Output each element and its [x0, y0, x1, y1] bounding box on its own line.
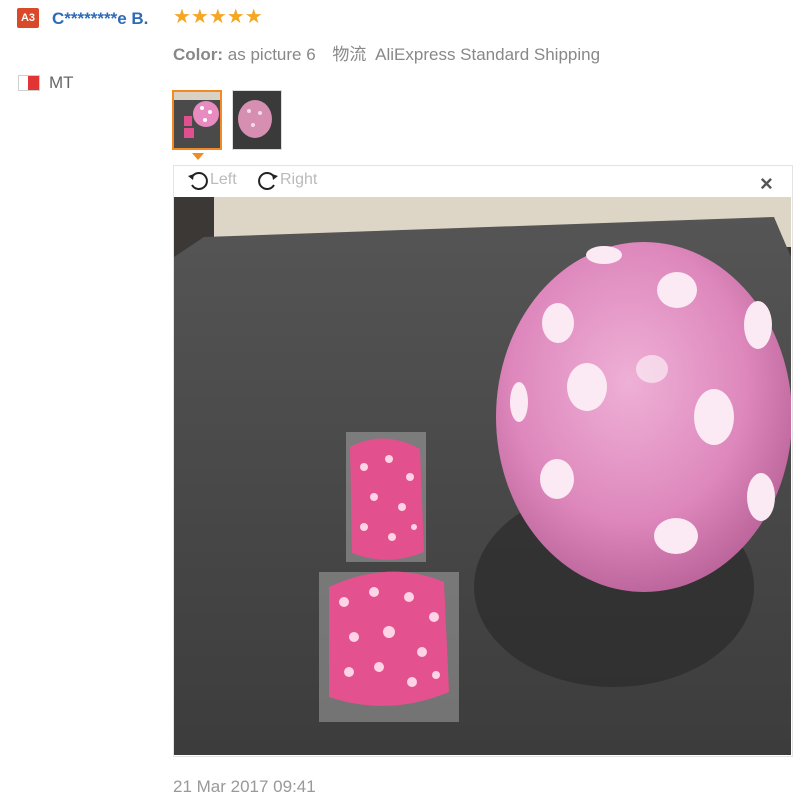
reviewer-level-badge: A3: [17, 8, 39, 28]
shipping-label: 物流: [332, 45, 367, 64]
reviewer-country: MT: [49, 73, 74, 92]
rotate-left-label: Left: [210, 171, 237, 188]
review-meta: Color: as picture 6 物流 AliExpress Standa…: [173, 40, 600, 65]
country-flag-icon: [18, 75, 40, 91]
color-value: as picture 6: [227, 45, 316, 64]
color-label: Color:: [173, 45, 224, 64]
close-viewer-button[interactable]: ×: [760, 173, 773, 195]
review-photo-large: [174, 197, 791, 755]
rotate-right-icon: [258, 172, 278, 190]
review-date: 21 Mar 2017 09:41: [173, 777, 316, 796]
active-thumbnail-indicator: [192, 153, 204, 160]
review-photo-thumbnail-2[interactable]: [232, 90, 282, 150]
rotate-left-button[interactable]: Left: [186, 168, 237, 192]
rotate-right-label: Right: [280, 171, 318, 188]
rotate-left-icon: [188, 172, 208, 190]
rotate-right-button[interactable]: Right: [256, 168, 317, 192]
reviewer-name-link[interactable]: C********e B.: [52, 6, 162, 32]
shipping-value: AliExpress Standard Shipping: [375, 45, 601, 64]
review-photo-thumbnail-1[interactable]: [172, 90, 222, 150]
star-rating: ★★★★★: [173, 6, 263, 28]
